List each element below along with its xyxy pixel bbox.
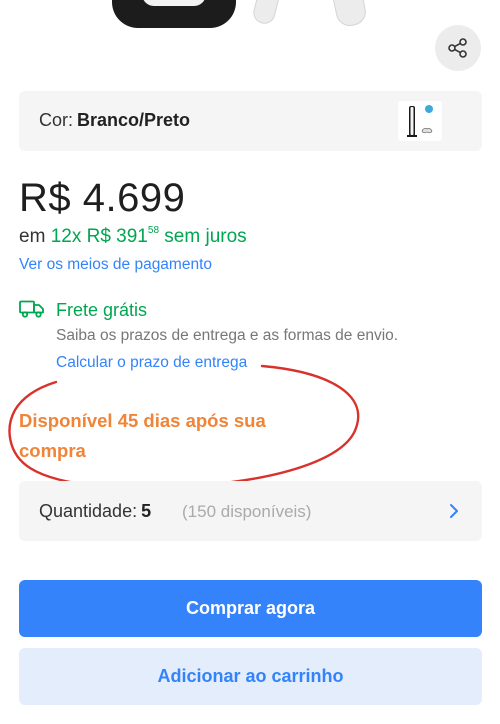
quantity-label-wrap: Quantidade: 5 bbox=[39, 501, 151, 522]
color-selector[interactable]: Cor: Branco/Preto bbox=[19, 91, 482, 151]
console-thumbnail-icon bbox=[407, 105, 433, 137]
share-icon bbox=[448, 38, 467, 58]
installments-info: em 12x R$ 39158 sem juros bbox=[19, 225, 247, 248]
availability-notice: Disponível 45 dias após sua compra bbox=[19, 410, 266, 461]
installments-value: R$ 391 bbox=[86, 226, 148, 247]
color-label: Cor: Branco/Preto bbox=[39, 110, 190, 131]
color-label-text: Cor: bbox=[39, 110, 74, 130]
buy-now-button[interactable]: Comprar agora bbox=[19, 580, 482, 637]
quantity-selector[interactable]: Quantidade: 5 (150 disponíveis) bbox=[19, 481, 482, 541]
truck-icon bbox=[19, 300, 44, 318]
controller-image-right bbox=[329, 0, 369, 29]
share-button[interactable] bbox=[435, 25, 481, 71]
controller-image-left bbox=[251, 0, 283, 27]
console-image bbox=[112, 0, 236, 28]
installments-cents: 58 bbox=[147, 225, 160, 236]
shipping-description: Saiba os prazos de entrega e as formas d… bbox=[56, 327, 399, 344]
add-to-cart-button[interactable]: Adicionar ao carrinho bbox=[19, 648, 482, 705]
quantity-available: (150 disponíveis) bbox=[182, 502, 312, 521]
price-main: R$ 4.699 bbox=[19, 176, 186, 220]
installments-count: 12x bbox=[50, 226, 82, 247]
calculate-delivery-link[interactable]: Calcular o prazo de entrega bbox=[56, 354, 247, 372]
chevron-right-icon[interactable] bbox=[448, 503, 460, 519]
installments-suffix: sem juros bbox=[164, 226, 247, 247]
product-image[interactable] bbox=[0, 0, 500, 36]
free-shipping-title: Frete grátis bbox=[56, 300, 148, 320]
payment-methods-link[interactable]: Ver os meios de pagamento bbox=[19, 256, 212, 274]
quantity-value: 5 bbox=[141, 501, 152, 521]
installments-prefix: em bbox=[19, 226, 46, 247]
console-thumbnail[interactable] bbox=[398, 101, 442, 141]
color-value: Branco/Preto bbox=[77, 110, 191, 130]
quantity-label: Quantidade: bbox=[39, 501, 138, 521]
